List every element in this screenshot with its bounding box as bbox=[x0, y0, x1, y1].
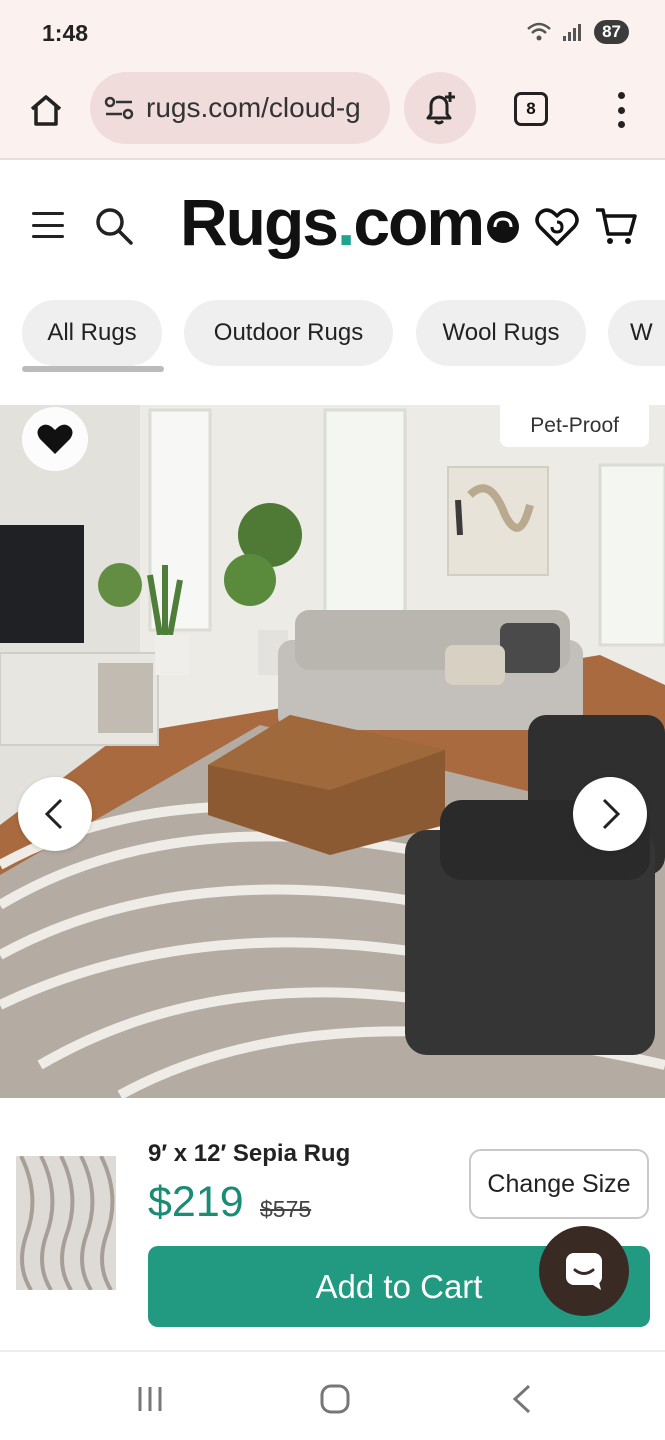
back-icon bbox=[512, 1384, 531, 1414]
status-time: 1:48 bbox=[42, 20, 89, 46]
heart-filled-icon bbox=[37, 424, 73, 454]
battery-indicator: 87 bbox=[594, 20, 629, 44]
status-icons: 87 bbox=[526, 20, 629, 44]
logo-swirl-icon bbox=[487, 211, 520, 243]
menu-dot bbox=[617, 121, 625, 128]
pet-proof-badge: Pet-Proof bbox=[500, 405, 649, 447]
home-circle-icon bbox=[320, 1384, 350, 1414]
previous-image-button[interactable] bbox=[18, 777, 92, 851]
notification-button[interactable] bbox=[404, 72, 476, 144]
hamburger-menu-icon[interactable] bbox=[32, 212, 64, 238]
browser-toolbar: rugs.com/cloud-g 8 bbox=[0, 64, 665, 160]
bell-plus-icon bbox=[426, 92, 455, 125]
address-bar[interactable]: rugs.com/cloud-g bbox=[90, 72, 390, 144]
logo-text: Rugs bbox=[180, 185, 339, 259]
site-header: Rugs.com bbox=[0, 162, 665, 286]
change-size-button[interactable]: Change Size bbox=[469, 1149, 649, 1219]
original-price: $575 bbox=[260, 1196, 312, 1222]
chip-partial[interactable]: W bbox=[608, 300, 665, 366]
chat-button[interactable] bbox=[539, 1226, 629, 1316]
status-bar: 1:48 87 bbox=[0, 0, 665, 64]
cart-icon[interactable] bbox=[594, 204, 638, 248]
chat-icon bbox=[566, 1253, 602, 1290]
logo-dot: . bbox=[337, 185, 355, 259]
chip-all-rugs[interactable]: All Rugs bbox=[22, 300, 162, 366]
logo-suffix: com bbox=[353, 185, 485, 259]
signal-icon bbox=[563, 24, 582, 41]
category-chips: All Rugs Outdoor Rugs Wool Rugs W bbox=[0, 298, 665, 378]
browser-menu-button[interactable] bbox=[606, 88, 636, 132]
home-button[interactable] bbox=[24, 88, 68, 132]
active-chip-indicator bbox=[22, 366, 164, 372]
recent-apps-icon bbox=[138, 1387, 162, 1411]
sale-price: $219 bbox=[148, 1178, 244, 1226]
site-settings-icon bbox=[104, 96, 134, 120]
chevron-right-icon bbox=[602, 798, 621, 830]
living-room-scene bbox=[0, 405, 665, 1098]
home-nav-button[interactable] bbox=[315, 1382, 355, 1416]
site-logo[interactable]: Rugs.com bbox=[180, 184, 523, 260]
favorites-heart-icon[interactable] bbox=[534, 206, 580, 248]
next-image-button[interactable] bbox=[573, 777, 647, 851]
menu-dot bbox=[617, 106, 625, 114]
home-icon bbox=[30, 95, 62, 126]
url-text: rugs.com/cloud-g bbox=[146, 92, 361, 123]
chevron-left-icon bbox=[44, 798, 63, 830]
tab-switcher-button[interactable]: 8 bbox=[514, 92, 548, 126]
recent-apps-button[interactable] bbox=[130, 1382, 170, 1416]
menu-dot bbox=[617, 92, 625, 99]
wifi-icon bbox=[527, 22, 551, 41]
product-thumbnail[interactable] bbox=[16, 1156, 116, 1290]
system-navigation-bar bbox=[0, 1350, 665, 1440]
product-title: 9′ x 12′ Sepia Rug bbox=[148, 1140, 351, 1167]
chip-wool-rugs[interactable]: Wool Rugs bbox=[416, 300, 586, 366]
rug-thumbnail-image bbox=[16, 1156, 116, 1290]
product-hero-image[interactable]: Pet-Proof bbox=[0, 405, 665, 1098]
search-icon[interactable] bbox=[94, 206, 134, 246]
chip-outdoor-rugs[interactable]: Outdoor Rugs bbox=[184, 300, 393, 366]
back-nav-button[interactable] bbox=[502, 1382, 542, 1416]
save-favorite-button[interactable] bbox=[22, 407, 88, 471]
